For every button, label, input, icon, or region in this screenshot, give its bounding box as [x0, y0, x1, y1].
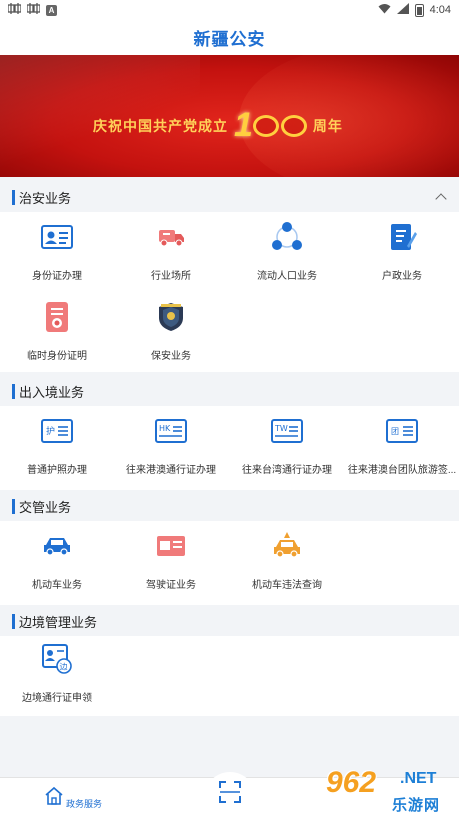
service-item-temporary-id[interactable]: 临时身份证明 [0, 296, 114, 376]
service-label: 临时身份证明 [27, 351, 87, 362]
passport-icon: 护 [40, 414, 74, 448]
bottom-nav: 政务服务 962 .NET 乐游网 [0, 766, 459, 816]
driver-license-icon [154, 529, 188, 563]
service-label: 普通护照办理 [27, 465, 87, 476]
banner-slogan: 庆祝中国共产党成立 1 周年 [93, 106, 343, 145]
watermark-subtitle: 乐游网 [392, 797, 441, 814]
section-header-border: 边境管理业务 [0, 606, 459, 636]
centenary-emblem-icon: 1 [234, 106, 307, 145]
service-item-driver-license[interactable]: 驾驶证业务 [114, 525, 228, 605]
security-badge-icon [154, 300, 188, 334]
section-header-exit-entry: 出入境业务 [0, 376, 459, 406]
section-grid-exit-entry: 护 普通护照办理 HK 往来港澳通行证办理 TW 往来台湾通行证办理 团 往来港… [0, 406, 459, 490]
section-grid-border: 边 边境通行证申领 [0, 636, 459, 716]
chevron-up-icon[interactable] [435, 193, 447, 205]
section-accent-bar [12, 189, 15, 205]
status-bar: A 4:04 [0, 0, 459, 20]
tw-permit-icon: TW [270, 414, 304, 448]
service-label: 机动车违法查询 [252, 580, 322, 591]
watermark-number: 962 [326, 766, 377, 799]
service-item-household[interactable]: 户政业务 [345, 216, 459, 296]
tab-government-services[interactable]: 政务服务 [44, 786, 102, 811]
banner[interactable]: 庆祝中国共产党成立 1 周年 [0, 55, 459, 177]
scan-button[interactable] [204, 772, 256, 816]
service-label: 驾驶证业务 [146, 580, 196, 591]
service-label: 往来港澳台团队旅游签... [347, 465, 457, 476]
people-network-icon [270, 220, 304, 254]
watermark-suffix: .NET [400, 770, 437, 787]
a-icon: A [46, 4, 57, 16]
notification-icon [7, 3, 22, 17]
notebook-pen-icon [385, 220, 419, 254]
banner-text-right: 周年 [312, 117, 343, 134]
service-item-vehicle[interactable]: 机动车业务 [0, 525, 114, 605]
service-label: 户政业务 [382, 271, 422, 282]
status-time: 4:04 [429, 4, 451, 16]
service-item-vehicle-violation[interactable]: 机动车违法查询 [230, 525, 344, 605]
section-title: 边境管理业务 [19, 614, 98, 630]
temporary-certificate-icon [40, 300, 74, 334]
service-item-security-guard[interactable]: 保安业务 [114, 296, 228, 376]
section-header-traffic: 交管业务 [0, 491, 459, 521]
group-visa-icon: 团 [385, 414, 419, 448]
service-item-industry-venues[interactable]: 行业场所 [114, 216, 228, 296]
service-item-taiwan-permit[interactable]: TW 往来台湾通行证办理 [230, 410, 344, 490]
service-label: 身份证办理 [32, 271, 82, 282]
banner-text-left: 庆祝中国共产党成立 [93, 117, 228, 134]
svg-text:HK: HK [159, 424, 171, 433]
hk-permit-icon: HK [154, 414, 188, 448]
scan-icon [218, 780, 242, 809]
home-icon [44, 786, 64, 811]
service-label: 边境通行证申领 [22, 693, 92, 704]
signal-icon [396, 3, 409, 17]
id-card-icon [40, 220, 74, 254]
section-grid-public-security: 身份证办理 行业场所 流动人口业务 户政业务 临时身份证明 保安业务 [0, 212, 459, 372]
service-item-border-pass[interactable]: 边 边境通行证申领 [0, 638, 114, 718]
wifi-icon [378, 3, 391, 17]
section-title: 出入境业务 [19, 384, 85, 400]
svg-text:护: 护 [46, 425, 55, 437]
svg-text:边: 边 [60, 662, 68, 672]
truck-icon [154, 220, 188, 254]
service-label: 往来台湾通行证办理 [242, 465, 332, 476]
service-item-group-tour-visa[interactable]: 团 往来港澳台团队旅游签... [345, 410, 459, 490]
service-label: 机动车业务 [32, 580, 82, 591]
service-label: 往来港澳通行证办理 [126, 465, 216, 476]
section-grid-traffic: 机动车业务 驾驶证业务 机动车违法查询 [0, 521, 459, 605]
service-item-hk-macau-permit[interactable]: HK 往来港澳通行证办理 [114, 410, 228, 490]
service-item-id-card[interactable]: 身份证办理 [0, 216, 114, 296]
service-label: 保安业务 [151, 351, 191, 362]
service-item-floating-population[interactable]: 流动人口业务 [230, 216, 344, 296]
battery-icon [414, 3, 424, 17]
app-header: 新疆公安 [0, 20, 459, 55]
section-title: 治安业务 [19, 190, 72, 206]
service-label: 流动人口业务 [257, 271, 317, 282]
tab-label: 政务服务 [66, 799, 103, 809]
section-accent-bar [12, 383, 15, 399]
car-violation-icon [270, 529, 304, 563]
section-header-public-security[interactable]: 治安业务 [0, 182, 459, 212]
section-accent-bar [12, 498, 15, 514]
watermark-logo: 962 .NET 乐游网 [322, 766, 459, 816]
notification-icon [26, 3, 41, 17]
svg-text:团: 团 [391, 427, 399, 436]
svg-text:TW: TW [274, 424, 288, 433]
section-title: 交管业务 [19, 499, 72, 515]
border-pass-icon: 边 [40, 642, 74, 676]
section-accent-bar [12, 613, 15, 629]
page-title: 新疆公安 [193, 30, 266, 49]
car-icon [40, 529, 74, 563]
service-label: 行业场所 [151, 271, 191, 282]
service-item-passport[interactable]: 护 普通护照办理 [0, 410, 114, 490]
